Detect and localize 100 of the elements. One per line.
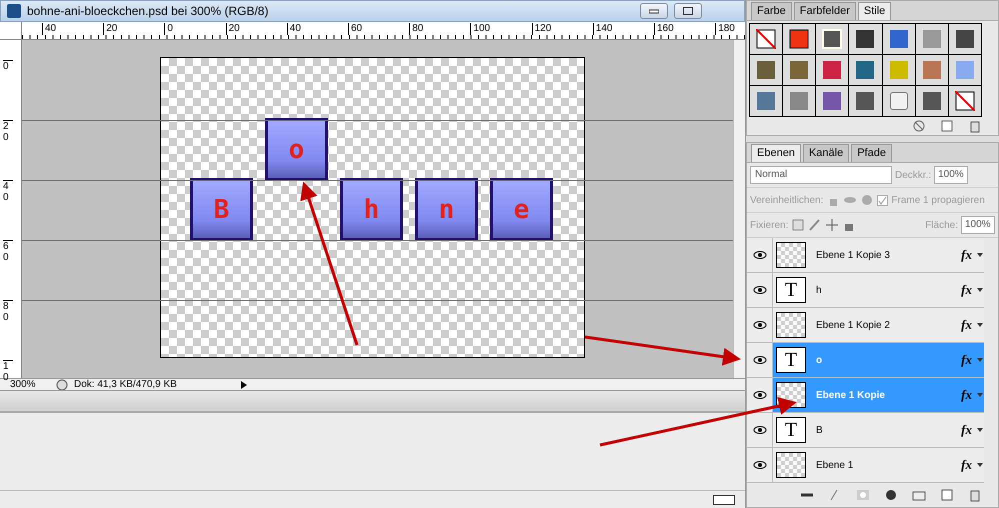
eye-icon bbox=[752, 388, 766, 402]
style-swatch[interactable] bbox=[922, 91, 942, 111]
style-swatch[interactable] bbox=[954, 29, 975, 49]
ruler-number: 120 bbox=[532, 23, 552, 35]
layer-name: Ebene 1 Kopie 2 bbox=[816, 320, 891, 330]
style-swatch[interactable] bbox=[922, 60, 942, 80]
style-swatch[interactable] bbox=[855, 29, 876, 49]
caret-icon bbox=[976, 461, 984, 469]
letter-tile: e bbox=[490, 178, 553, 241]
unify-label: Vereinheitlichen: bbox=[750, 194, 824, 206]
fill-field[interactable]: 100% bbox=[961, 216, 995, 234]
ruler-number: 180 bbox=[715, 23, 735, 35]
blend-mode-select[interactable]: Normal bbox=[750, 166, 892, 184]
letter-tile: B bbox=[190, 178, 253, 241]
ruler-number: 80 bbox=[409, 23, 424, 35]
eye-icon bbox=[752, 283, 766, 297]
layer-row[interactable]: Ebene 1 Kopie fx bbox=[747, 378, 984, 413]
style-swatch[interactable] bbox=[789, 60, 810, 80]
letter-tile: h bbox=[340, 178, 403, 241]
style-swatch[interactable] bbox=[954, 60, 975, 80]
ruler-number: 0 bbox=[3, 60, 13, 72]
ruler-number: 60 bbox=[348, 23, 362, 35]
vertical-scrollbar[interactable] bbox=[733, 40, 745, 378]
panel-tab[interactable]: Pfade bbox=[851, 144, 892, 162]
propagate-label: Frame 1 propagieren bbox=[891, 194, 985, 206]
effects-label: fx bbox=[961, 282, 972, 298]
clear-style-icon bbox=[912, 119, 926, 133]
panel-tab[interactable]: Ebenen bbox=[751, 144, 801, 162]
style-swatch[interactable] bbox=[888, 60, 909, 80]
text-layer-thumbnail: T bbox=[776, 347, 806, 373]
eye-icon bbox=[752, 318, 766, 332]
style-swatch[interactable] bbox=[822, 91, 842, 111]
effects-label: fx bbox=[961, 387, 972, 403]
layer-row[interactable]: T o fx bbox=[747, 343, 984, 378]
effects-label: fx bbox=[961, 457, 972, 473]
new-layer-icon bbox=[940, 488, 954, 502]
style-swatch[interactable] bbox=[822, 60, 842, 80]
layer-thumbnail bbox=[776, 312, 806, 338]
panel-tab[interactable]: Kanäle bbox=[802, 144, 850, 162]
minimize-icon bbox=[649, 8, 659, 14]
ruler-number: 40 bbox=[3, 180, 13, 203]
panel-tab[interactable]: Stile bbox=[858, 2, 892, 20]
checkbox[interactable] bbox=[877, 194, 888, 206]
panel-tab[interactable]: Farbfelder bbox=[794, 2, 856, 20]
no-style-icon[interactable] bbox=[954, 91, 975, 111]
style-swatch[interactable] bbox=[756, 60, 776, 80]
photoshop-icon bbox=[7, 4, 21, 18]
lock-label: Fixieren: bbox=[750, 220, 788, 230]
document-size: Dok: 41,3 KB/470,9 KB bbox=[74, 378, 178, 390]
caret-icon bbox=[976, 426, 984, 434]
ruler-number: 140 bbox=[592, 23, 612, 35]
style-swatch[interactable] bbox=[922, 29, 942, 49]
move-icon bbox=[825, 218, 840, 232]
style-swatch[interactable] bbox=[855, 60, 876, 80]
opacity-label: Deckkr.: bbox=[895, 170, 932, 180]
layer-row[interactable]: Ebene 1 Kopie 2 fx bbox=[747, 308, 984, 343]
lock-transparency-icon bbox=[791, 218, 806, 232]
layer-row[interactable]: T B fx bbox=[747, 413, 984, 448]
effects-label: fx bbox=[961, 317, 972, 333]
opacity-field[interactable]: 100% bbox=[934, 166, 968, 184]
ruler-number: 60 bbox=[3, 240, 13, 263]
style-swatch[interactable] bbox=[756, 91, 776, 111]
caret-icon bbox=[976, 251, 984, 259]
minimize-button[interactable] bbox=[640, 3, 668, 19]
effects-label: fx bbox=[961, 352, 972, 368]
layer-name: h bbox=[816, 284, 823, 296]
ruler-number: 40 bbox=[42, 23, 56, 35]
style-swatch[interactable] bbox=[888, 29, 909, 49]
style-swatch[interactable] bbox=[789, 91, 810, 111]
maximize-icon bbox=[683, 7, 693, 15]
style-swatch[interactable] bbox=[855, 91, 876, 111]
eye-icon bbox=[752, 423, 766, 437]
layer-thumbnail bbox=[776, 242, 806, 268]
mask-icon bbox=[856, 488, 870, 502]
layer-name: Ebene 1 Kopie 3 bbox=[816, 250, 891, 260]
layer-name: o bbox=[816, 354, 824, 366]
ruler-number: 20 bbox=[3, 120, 13, 143]
eye-icon bbox=[752, 248, 766, 262]
panel-tab[interactable]: Farbe bbox=[751, 2, 792, 20]
text-layer-thumbnail: T bbox=[776, 277, 806, 303]
caret-icon bbox=[976, 356, 984, 364]
window-title: bohne-ani-bloeckchen.psd bei 300% (RGB/8) bbox=[27, 4, 270, 18]
ruler-number: 160 bbox=[654, 23, 674, 35]
maximize-button[interactable] bbox=[674, 3, 702, 19]
ruler-number: 0 bbox=[164, 23, 173, 35]
layer-row[interactable]: T h fx bbox=[747, 273, 984, 308]
effects-label: fx bbox=[961, 422, 972, 438]
no-style-icon[interactable] bbox=[756, 29, 776, 49]
eye-icon bbox=[752, 458, 766, 472]
layer-thumbnail bbox=[776, 452, 806, 478]
text-layer-thumbnail: T bbox=[776, 417, 806, 443]
layer-row[interactable]: Ebene 1 Kopie 3 fx bbox=[747, 238, 984, 273]
layer-row[interactable]: Ebene 1 fx bbox=[747, 448, 984, 483]
style-swatch[interactable] bbox=[888, 91, 909, 111]
caret-icon bbox=[976, 391, 984, 399]
style-swatch[interactable] bbox=[789, 29, 810, 49]
ruler-number: 20 bbox=[103, 23, 118, 35]
caret-icon bbox=[976, 321, 984, 329]
status-menu-icon bbox=[56, 378, 68, 390]
ruler-number: 20 bbox=[226, 23, 240, 35]
